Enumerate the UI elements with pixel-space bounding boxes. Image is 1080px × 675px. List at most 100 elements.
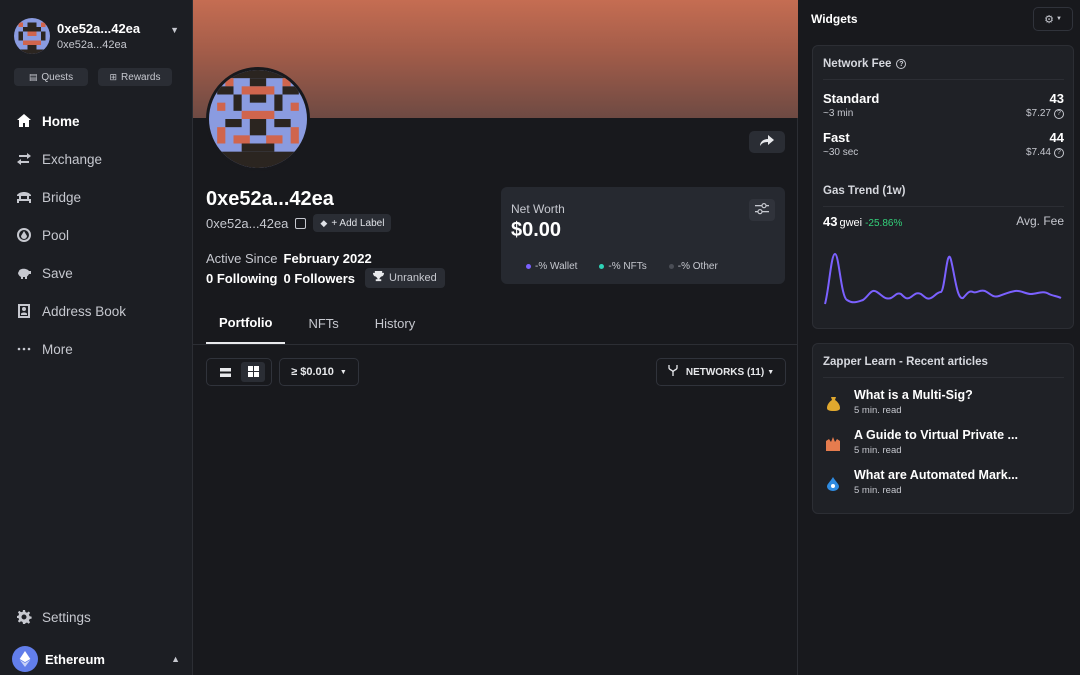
share-icon xyxy=(760,134,774,150)
followers-count[interactable]: 0 Followers xyxy=(284,271,356,286)
nav-item-address-book[interactable]: Address Book xyxy=(0,292,193,330)
chevron-down-icon: ▼ xyxy=(339,368,347,376)
add-label-button[interactable]: ◆ + Add Label xyxy=(313,214,392,232)
profile-tabs: Portfolio NFTs History xyxy=(206,302,786,344)
divider xyxy=(823,79,1064,80)
avatar xyxy=(14,18,50,54)
gas-current: 43 xyxy=(823,214,838,229)
following-count[interactable]: 0 Following xyxy=(206,271,278,286)
gas-trend-sparkline xyxy=(824,252,1062,305)
quests-button[interactable]: ▤ Quests xyxy=(14,68,88,86)
nav-item-more[interactable]: More xyxy=(0,330,193,368)
legend-dot xyxy=(599,263,605,269)
nav-item-exchange[interactable]: Exchange xyxy=(0,140,193,178)
article-item[interactable]: What are Automated Mark... 5 min. read xyxy=(823,468,1064,502)
legend-wallet: -% Wallet xyxy=(526,261,577,272)
share-button[interactable] xyxy=(749,131,785,153)
shield-icon xyxy=(823,434,843,454)
gas-trend-line xyxy=(824,252,1062,305)
chevron-down-icon: ▼ xyxy=(767,368,775,376)
piggy-bank-icon xyxy=(15,265,32,282)
min-value-filter[interactable]: ≥ $0.010 ▼ xyxy=(279,358,359,386)
network-label: Ethereum xyxy=(45,651,105,667)
home-icon xyxy=(15,113,32,130)
ethereum-icon xyxy=(12,646,38,672)
rank-badge[interactable]: Unranked xyxy=(365,268,445,288)
nav-label: Home xyxy=(42,113,80,129)
legend-label: -% Wallet xyxy=(535,261,578,272)
nav-item-pool[interactable]: Pool xyxy=(0,216,193,254)
main-nav: Home Exchange Bridge Pool Save Address B… xyxy=(0,102,193,368)
fee-name: Standard xyxy=(823,91,880,106)
widgets-settings-button[interactable]: ⚙ ▼ xyxy=(1033,7,1073,31)
exchange-icon xyxy=(15,151,32,168)
divider xyxy=(823,206,1064,207)
learn-card: Zapper Learn - Recent articles What is a… xyxy=(812,343,1074,514)
account-name: 0xe52a...42ea xyxy=(57,21,141,36)
main-content: 0xe52a...42ea 0xe52a...42ea ◆ + Add Labe… xyxy=(193,0,798,675)
tag-icon: ◆ xyxy=(320,217,328,228)
legend-label: -% Other xyxy=(677,261,718,272)
gear-icon: ⚙ xyxy=(1044,13,1054,26)
fee-gwei: 44 xyxy=(1049,130,1064,145)
tab-nfts[interactable]: NFTs xyxy=(295,302,351,344)
article-item[interactable]: A Guide to Virtual Private ... 5 min. re… xyxy=(823,428,1064,462)
list-icon xyxy=(219,365,231,380)
legend-label: -% NFTs xyxy=(608,261,647,272)
network-fee-card: Network Fee ? Standard ~3 min 43 $7.27? … xyxy=(812,45,1074,329)
avg-fee-label: Avg. Fee xyxy=(1016,214,1064,228)
learn-title: Zapper Learn - Recent articles xyxy=(823,356,988,368)
account-address: 0xe52a...42ea xyxy=(57,39,127,51)
article-read-time: 5 min. read xyxy=(854,405,902,416)
quests-label: Quests xyxy=(41,71,74,83)
grid-view-button[interactable] xyxy=(241,362,265,382)
bridge-icon xyxy=(15,189,32,206)
help-icon[interactable]: ? xyxy=(1054,147,1064,158)
nav-label: Address Book xyxy=(42,303,127,319)
fee-row-fast: Fast ~30 sec 44 $7.44? xyxy=(823,130,1064,158)
nav-item-save[interactable]: Save xyxy=(0,254,193,292)
nav-label: Bridge xyxy=(42,189,82,205)
pool-icon xyxy=(15,227,32,244)
sidebar: 0xe52a...42ea 0xe52a...42ea ▼ ▤ Quests ⊞… xyxy=(0,0,193,675)
chevron-down-icon: ▼ xyxy=(1055,16,1062,22)
nav-label: Exchange xyxy=(42,151,103,167)
nav-label: Pool xyxy=(42,227,70,243)
fork-icon xyxy=(668,365,678,379)
view-toggle xyxy=(206,358,272,386)
rewards-label: Rewards xyxy=(121,71,161,83)
networks-filter[interactable]: NETWORKS (11) ▼ xyxy=(656,358,786,386)
article-title: What are Automated Mark... xyxy=(854,468,1019,482)
network-fee-title: Network Fee xyxy=(823,58,892,70)
nav-item-bridge[interactable]: Bridge xyxy=(0,178,193,216)
article-item[interactable]: What is a Multi-Sig? 5 min. read xyxy=(823,388,1064,422)
net-worth-value: $0.00 xyxy=(511,219,562,241)
nav-item-home[interactable]: Home xyxy=(0,102,193,140)
copy-icon[interactable] xyxy=(295,217,307,229)
list-view-button[interactable] xyxy=(213,362,237,382)
min-value-label: ≥ $0.010 xyxy=(291,366,334,378)
gas-change: -25.86% xyxy=(865,218,903,229)
rank-label: Unranked xyxy=(389,272,437,284)
help-icon[interactable]: ? xyxy=(896,59,907,69)
tab-history[interactable]: History xyxy=(362,302,428,344)
net-worth-label: Net Worth xyxy=(511,202,565,216)
trophy-icon xyxy=(373,271,385,285)
account-switcher[interactable]: 0xe52a...42ea 0xe52a...42ea ▼ xyxy=(14,18,179,54)
network-selector[interactable]: Ethereum ▲ xyxy=(12,646,180,672)
nav-item-settings[interactable]: Settings xyxy=(0,598,193,636)
networks-label: NETWORKS (11) xyxy=(685,366,765,378)
rewards-button[interactable]: ⊞ Rewards xyxy=(98,68,172,86)
adjust-button[interactable] xyxy=(749,199,775,221)
nav-label: Save xyxy=(42,265,73,281)
profile-name: 0xe52a...42ea xyxy=(206,188,334,210)
article-read-time: 5 min. read xyxy=(854,445,902,456)
fee-usd: $7.44 xyxy=(1025,147,1051,158)
active-since-label: Active Since xyxy=(206,251,278,266)
fee-row-standard: Standard ~3 min 43 $7.27? xyxy=(823,91,1064,119)
article-title: What is a Multi-Sig? xyxy=(854,388,973,402)
fee-usd: $7.27 xyxy=(1025,108,1051,119)
article-read-time: 5 min. read xyxy=(854,485,902,496)
tab-portfolio[interactable]: Portfolio xyxy=(206,302,286,344)
help-icon[interactable]: ? xyxy=(1054,108,1064,119)
